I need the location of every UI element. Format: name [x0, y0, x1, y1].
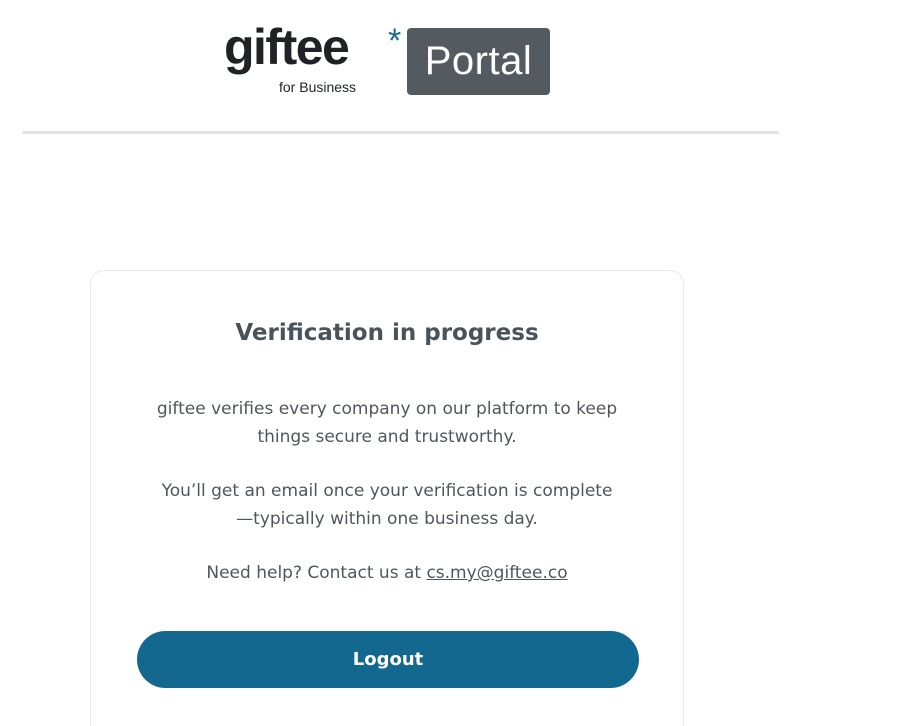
giftee-portal-logo[interactable]: giftee * for Business Portal	[224, 22, 554, 100]
description-line-1: giftee verifies every company on our pla…	[156, 399, 618, 419]
email-notice-line-2: —typically within one business day.	[236, 509, 538, 529]
brand-subtitle: for Business	[279, 79, 357, 95]
contact-email-link[interactable]: cs.my@giftee.co	[426, 563, 567, 583]
description-line-2: things secure and trustworthy.	[257, 427, 517, 447]
brand-name: giftee	[224, 19, 350, 75]
email-notice-line-1: You’ll get an email once your verificati…	[161, 481, 613, 501]
verification-description: giftee verifies every company on our pla…	[121, 395, 653, 451]
portal-badge: Portal	[407, 28, 550, 95]
page: giftee * for Business Portal Verificatio…	[0, 0, 904, 726]
brand-asterisk-icon: *	[388, 22, 402, 60]
help-text: Need help? Contact us at cs.my@giftee.co	[121, 559, 653, 587]
verification-card: Verification in progress giftee verifies…	[90, 270, 684, 726]
header-divider	[22, 131, 779, 134]
email-notice: You’ll get an email once your verificati…	[121, 477, 653, 533]
help-prefix: Need help? Contact us at	[206, 563, 427, 583]
logout-button[interactable]: Logout	[137, 631, 639, 688]
card-title: Verification in progress	[235, 320, 539, 346]
